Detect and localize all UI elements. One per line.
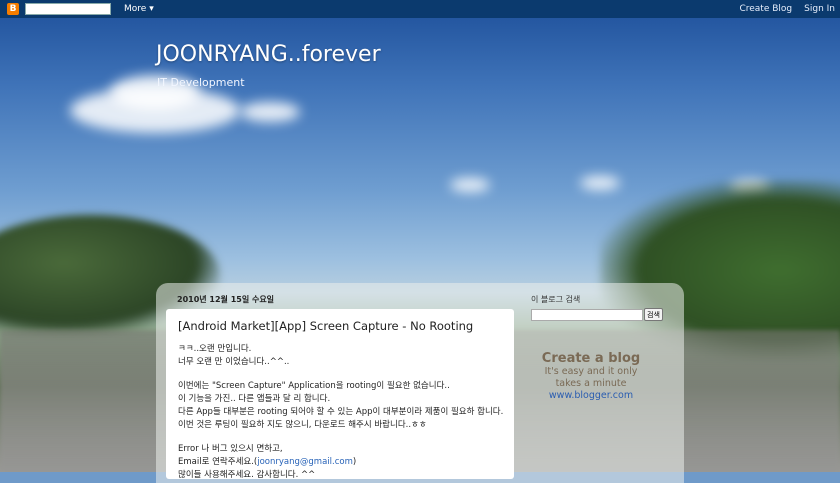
sidebar-search-button[interactable]: 검색 — [644, 308, 663, 321]
blogger-navbar: B More ▾ Create Blog Sign In — [0, 0, 840, 18]
post-title[interactable]: [Android Market][App] Screen Capture - N… — [178, 319, 473, 333]
cloud — [450, 178, 490, 192]
chevron-down-icon: ▾ — [149, 4, 154, 14]
sign-in-link[interactable]: Sign In — [804, 4, 835, 14]
more-menu[interactable]: More ▾ — [124, 4, 154, 14]
post-card: [Android Market][App] Screen Capture - N… — [166, 309, 514, 482]
sidebar-search-input[interactable] — [531, 309, 643, 321]
create-blog-subtext-1: It's easy and it only — [544, 366, 638, 377]
post-line-email: Email로 연락주세요.(joonryang@gmail.com) — [178, 456, 508, 469]
blogger-logo-icon[interactable]: B — [7, 3, 19, 15]
email-suffix: ) — [352, 457, 357, 467]
blog-description: IT Development — [157, 76, 245, 89]
cloud — [240, 102, 300, 122]
post-line: 이번 것은 루팅이 필요하 지도 않으니, 다운로드 해주시 바랍니다..ㅎㅎ — [178, 420, 427, 430]
create-blog-heading[interactable]: Create a blog — [535, 351, 647, 366]
create-blog-subtext-2: takes a minute — [555, 378, 627, 389]
post-line: 많이들 사용해주세요. 감사합니다. ^^ — [178, 470, 316, 480]
post-line: 너무 오랜 만 이었습니다..^^.. — [178, 357, 290, 367]
post-line: 이 기능을 가진.. 다른 앱들과 달 리 합니다. — [178, 394, 331, 404]
email-prefix: Email로 연락주세요.( — [178, 457, 258, 467]
post-date: 2010년 12월 15일 수요일 — [177, 295, 275, 304]
sidebar-search-title: 이 블로그 검색 — [531, 295, 581, 304]
blog-title[interactable]: JOONRYANG..forever — [156, 42, 381, 67]
email-link[interactable]: joonryang@gmail.com — [257, 457, 353, 467]
navbar-search-input[interactable] — [25, 3, 111, 15]
blogger-link[interactable]: www.blogger.com — [535, 390, 647, 401]
more-label: More — [124, 4, 147, 14]
create-blog-link[interactable]: Create Blog — [739, 4, 792, 14]
create-blog-widget: Create a blog It's easy and it only take… — [535, 351, 647, 401]
post-line: Error 나 버그 있으시 면하고, — [178, 444, 283, 454]
post-line: 이번에는 "Screen Capture" Application을 rooti… — [178, 381, 450, 391]
post-line: ㅋㅋ..오랜 만입니다. — [178, 344, 252, 354]
post-body: ㅋㅋ..오랜 만입니다. 너무 오랜 만 이었습니다..^^.. 이번에는 "S… — [178, 343, 508, 482]
post-line: 다른 App들 대부분은 rooting 되어야 할 수 있는 App이 대부분… — [178, 407, 504, 417]
